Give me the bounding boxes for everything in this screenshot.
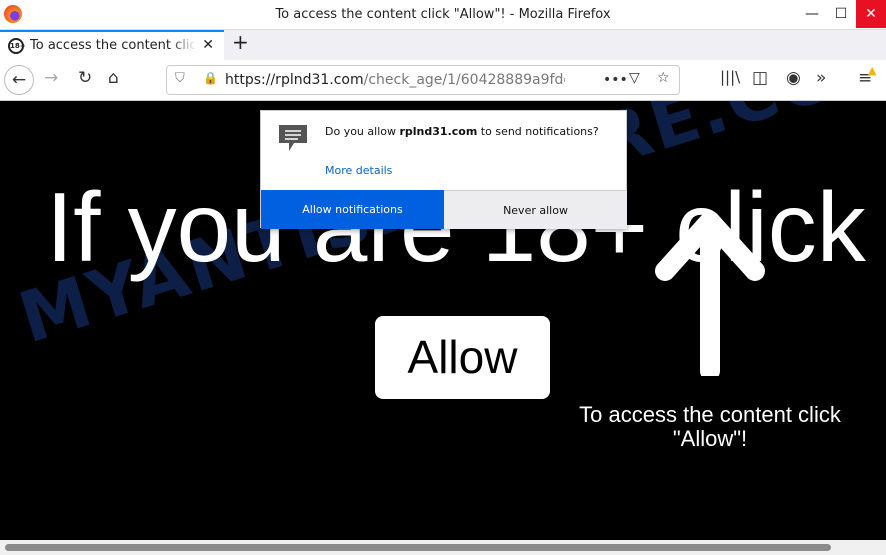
back-button[interactable]: ← xyxy=(4,65,34,95)
tab-title: To access the content click "Allow"! xyxy=(30,38,196,53)
minimize-button[interactable]: — xyxy=(797,0,827,28)
scrollbar-thumb[interactable] xyxy=(5,544,831,551)
url-bar[interactable]: ⛉ 🔒 https://rplnd31.com/check_age/1/6042… xyxy=(166,65,680,95)
library-icon[interactable]: |||\ xyxy=(720,68,740,86)
nav-bar: ← → ↻ ⌂ ⛉ 🔒 https://rplnd31.com/check_ag… xyxy=(0,60,886,101)
close-tab-icon[interactable]: ✕ xyxy=(202,37,214,53)
account-icon[interactable]: ◉ xyxy=(786,68,801,88)
home-button[interactable]: ⌂ xyxy=(108,68,119,88)
sidebar-icon[interactable]: ◫ xyxy=(752,68,768,88)
menu-icon[interactable]: ≡ ▲ xyxy=(858,64,876,88)
allow-button[interactable]: Allow xyxy=(375,316,550,399)
more-details-link[interactable]: More details xyxy=(325,164,392,177)
window-title: To access the content click "Allow"! - M… xyxy=(275,7,611,22)
maximize-button[interactable]: ☐ xyxy=(826,0,856,28)
horizontal-scrollbar[interactable] xyxy=(0,540,886,555)
permission-question: Do you allow rplnd31.com to send notific… xyxy=(325,125,599,138)
close-window-button[interactable]: ✕ xyxy=(856,0,886,28)
caption: To access the content click "Allow"! xyxy=(579,402,841,451)
tab-active[interactable]: 18+ To access the content click "Allow"!… xyxy=(0,30,224,60)
url-path: /check_age/1/60428889a9fde3a xyxy=(363,72,565,88)
url-host: https://rplnd31.com xyxy=(225,72,364,88)
pocket-icon[interactable]: ▽ xyxy=(629,70,640,86)
new-tab-button[interactable]: + xyxy=(232,30,249,54)
shield-icon[interactable]: ⛉ xyxy=(175,71,185,86)
bookmark-star-icon[interactable]: ☆ xyxy=(657,70,670,86)
age-18-icon: 18+ xyxy=(8,38,26,54)
forward-button[interactable]: → xyxy=(44,68,58,88)
overflow-chevron-icon[interactable]: » xyxy=(816,68,826,88)
chat-bubble-icon xyxy=(279,125,307,151)
title-bar: To access the content click "Allow"! - M… xyxy=(0,0,886,30)
lock-icon[interactable]: 🔒 xyxy=(203,71,218,85)
allow-notifications-button[interactable]: Allow notifications xyxy=(261,190,444,229)
reload-button[interactable]: ↻ xyxy=(78,68,92,88)
up-arrow-icon xyxy=(655,211,765,376)
tab-bar: 18+ To access the content click "Allow"!… xyxy=(0,30,886,60)
page-actions-button[interactable]: ••• xyxy=(603,72,628,88)
notification-permission-popup: Do you allow rplnd31.com to send notific… xyxy=(260,110,627,229)
never-allow-button[interactable]: Never allow xyxy=(444,190,627,229)
